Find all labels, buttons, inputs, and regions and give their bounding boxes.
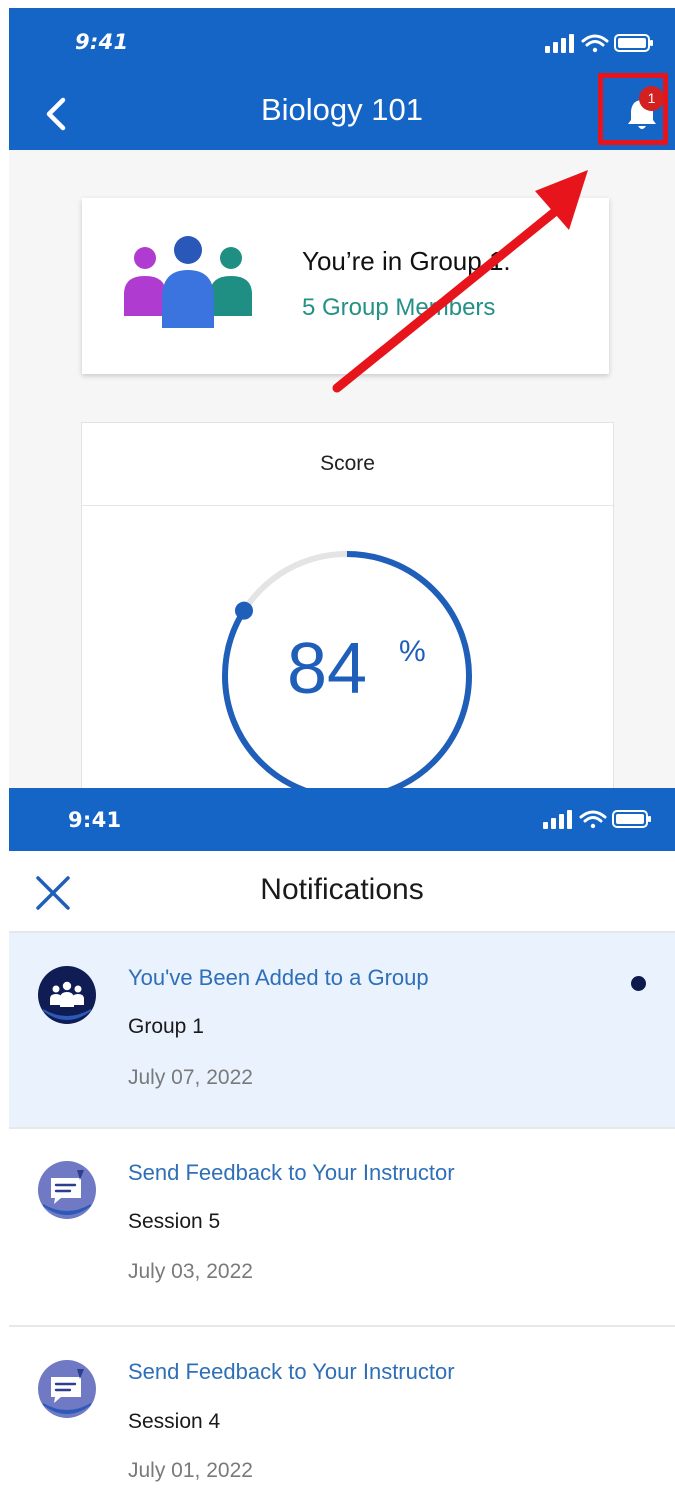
notification-subtitle: Session 4 bbox=[128, 1410, 221, 1433]
notification-heading: You've Been Added to a Group bbox=[128, 965, 429, 990]
status-time: 9:41 bbox=[75, 30, 129, 54]
notification-date: July 03, 2022 bbox=[128, 1260, 253, 1283]
score-header: Score bbox=[82, 423, 613, 506]
notifications-header: Notifications bbox=[9, 851, 675, 933]
group-icon bbox=[38, 966, 96, 1024]
battery-icon bbox=[612, 810, 651, 828]
notification-item[interactable]: Send Feedback to Your Instructor Session… bbox=[9, 1327, 675, 1512]
notification-subtitle: Session 5 bbox=[128, 1210, 221, 1233]
signal-icon bbox=[543, 810, 572, 829]
score-unit: % bbox=[399, 635, 426, 668]
score-card: Score 84 % bbox=[81, 422, 614, 788]
group-title: You’re in Group 1. bbox=[302, 246, 511, 276]
status-bar: 9:41 bbox=[9, 788, 675, 851]
feedback-icon bbox=[38, 1161, 96, 1219]
notification-item[interactable]: You've Been Added to a Group Group 1 Jul… bbox=[9, 933, 675, 1129]
status-time: 9:41 bbox=[68, 808, 122, 832]
status-bar: 9:41 bbox=[9, 8, 675, 78]
feedback-icon bbox=[38, 1360, 96, 1418]
notifications-screen: 9:41 Notifications You've Been Added to … bbox=[9, 788, 675, 1512]
signal-icon bbox=[545, 34, 574, 53]
annotation-highlight-box bbox=[598, 73, 668, 145]
notification-date: July 01, 2022 bbox=[128, 1459, 253, 1482]
course-screen: 9:41 Biology 101 1 You’re in Group 1. 5 … bbox=[9, 8, 675, 788]
page-title: Notifications bbox=[260, 873, 424, 906]
group-members-icon bbox=[124, 236, 252, 328]
group-members-link[interactable]: 5 Group Members bbox=[302, 294, 495, 322]
notification-subtitle: Group 1 bbox=[128, 1015, 204, 1038]
notification-date: July 07, 2022 bbox=[128, 1066, 253, 1089]
notification-heading: Send Feedback to Your Instructor bbox=[128, 1359, 455, 1384]
course-header: Biology 101 1 bbox=[9, 78, 675, 150]
status-icons bbox=[543, 810, 651, 829]
group-card[interactable]: You’re in Group 1. 5 Group Members bbox=[82, 198, 609, 374]
status-icons bbox=[545, 34, 653, 53]
score-knob bbox=[234, 601, 253, 620]
unread-indicator bbox=[631, 976, 646, 991]
battery-icon bbox=[614, 34, 653, 52]
score-value: 84 bbox=[287, 629, 368, 709]
wifi-icon bbox=[579, 810, 607, 829]
notification-item[interactable]: Send Feedback to Your Instructor Session… bbox=[9, 1129, 675, 1327]
wifi-icon bbox=[581, 34, 609, 53]
notification-heading: Send Feedback to Your Instructor bbox=[128, 1160, 455, 1185]
page-title: Biology 101 bbox=[260, 92, 423, 127]
